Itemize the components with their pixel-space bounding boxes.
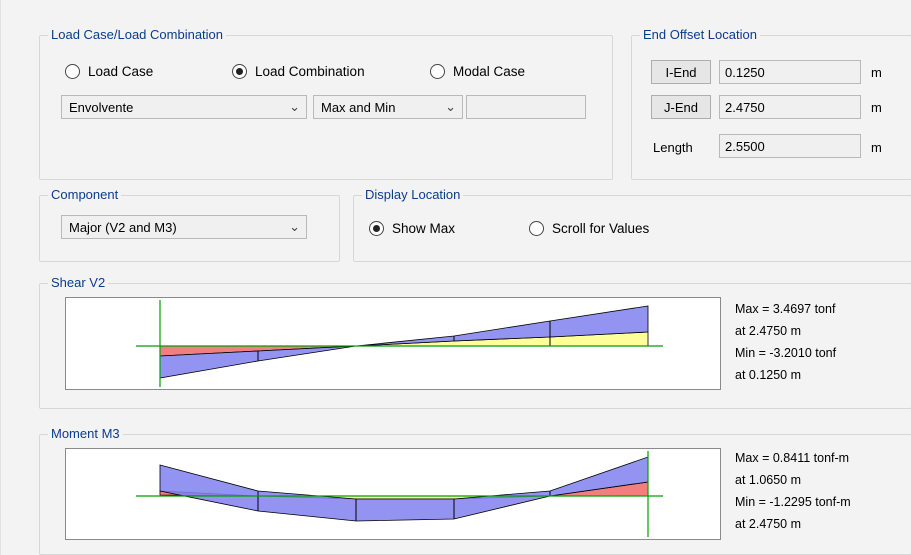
- radio-modal-case[interactable]: Modal Case: [430, 64, 525, 79]
- combination-select[interactable]: Envolvente ⌄: [61, 95, 307, 119]
- radio-load-case[interactable]: Load Case: [65, 64, 153, 79]
- length-value: 2.5500: [719, 134, 861, 158]
- j-end-button[interactable]: J-End: [651, 95, 711, 119]
- combination-select-value: Envolvente: [69, 99, 134, 115]
- moment-m3-diagram-svg: [136, 451, 663, 537]
- length-label: Length: [653, 140, 693, 155]
- moment-m3-group-title: Moment M3: [48, 426, 123, 441]
- shear-readout: Max = 3.4697 tonf at 2.4750 m Min = -3.2…: [735, 298, 836, 386]
- moment-max-value: Max = 0.8411 tonf-m: [735, 451, 850, 465]
- j-end-value[interactable]: 2.4750: [719, 95, 861, 119]
- display-location-group: Display Location Show Max Scroll for Val…: [353, 187, 911, 262]
- radio-load-case-label: Load Case: [88, 64, 154, 79]
- radio-button-icon: [369, 221, 384, 236]
- load-case-group-title: Load Case/Load Combination: [48, 27, 227, 42]
- chevron-down-icon: ⌄: [445, 99, 456, 114]
- chevron-down-icon: ⌄: [289, 219, 300, 234]
- radio-show-max-label: Show Max: [392, 221, 456, 236]
- moment-max-location: at 1.0650 m: [735, 473, 802, 487]
- radio-button-icon: [430, 64, 445, 79]
- moment-envelope-band: [159, 456, 649, 522]
- shear-max-location: at 2.4750 m: [735, 324, 802, 338]
- shear-v2-diagram: [65, 297, 721, 390]
- shear-min-location: at 0.1250 m: [735, 368, 802, 382]
- end-offset-group-title: End Offset Location: [640, 27, 760, 42]
- moment-min-location: at 2.4750 m: [735, 517, 802, 531]
- radio-show-max[interactable]: Show Max: [369, 221, 455, 236]
- i-end-value[interactable]: 0.1250: [719, 60, 861, 84]
- j-end-unit: m: [871, 100, 882, 115]
- shear-v2-diagram-svg: [136, 300, 663, 387]
- radio-button-icon: [232, 64, 247, 79]
- i-end-unit: m: [871, 65, 882, 80]
- radio-scroll-label: Scroll for Values: [552, 221, 650, 236]
- moment-m3-diagram: [65, 448, 721, 540]
- radio-load-combination[interactable]: Load Combination: [232, 64, 365, 79]
- length-unit: m: [871, 140, 882, 155]
- radio-button-icon: [529, 221, 544, 236]
- envelope-mode-value: Max and Min: [321, 99, 396, 115]
- radio-load-combination-label: Load Combination: [255, 64, 365, 79]
- end-offset-group: End Offset Location I-End 0.1250 m J-End…: [631, 27, 911, 180]
- shear-v2-group-title: Shear V2: [48, 275, 109, 290]
- moment-readout: Max = 0.8411 tonf-m at 1.0650 m Min = -1…: [735, 447, 851, 535]
- shear-min-value: Min = -3.2010 tonf: [735, 346, 837, 360]
- shear-max-value: Max = 3.4697 tonf: [735, 302, 836, 316]
- display-location-group-title: Display Location: [362, 187, 464, 202]
- load-case-group: Load Case/Load Combination Load Case Loa…: [39, 27, 613, 180]
- radio-scroll-for-values[interactable]: Scroll for Values: [529, 221, 649, 236]
- component-group-title: Component: [48, 187, 122, 202]
- step-field[interactable]: [466, 95, 586, 119]
- component-select-value: Major (V2 and M3): [69, 219, 177, 235]
- component-group: Component Major (V2 and M3) ⌄: [39, 187, 340, 262]
- component-select[interactable]: Major (V2 and M3) ⌄: [61, 215, 307, 239]
- radio-modal-case-label: Modal Case: [453, 64, 526, 79]
- envelope-mode-select[interactable]: Max and Min ⌄: [313, 95, 463, 119]
- radio-button-icon: [65, 64, 80, 79]
- chevron-down-icon: ⌄: [289, 99, 300, 114]
- member-force-dialog: Load Case/Load Combination Load Case Loa…: [0, 0, 911, 555]
- moment-min-value: Min = -1.2295 tonf-m: [735, 495, 851, 509]
- i-end-button[interactable]: I-End: [651, 60, 711, 84]
